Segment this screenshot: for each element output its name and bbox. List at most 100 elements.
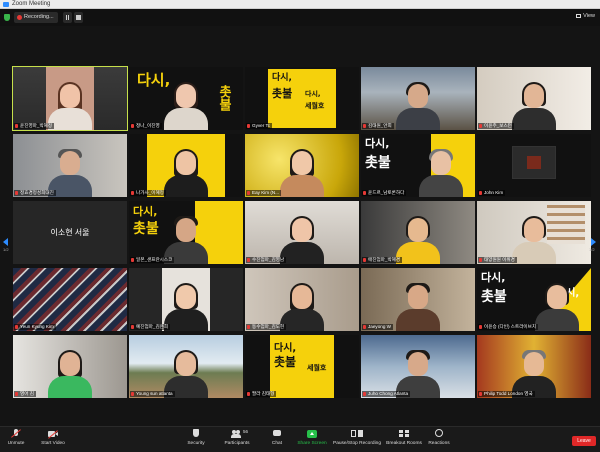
meeting-toolbar: Unmute Start Video Security 56 Participa… (0, 426, 600, 452)
muted-mic-icon (131, 325, 134, 329)
participant-tile[interactable]: Jaeyong W (361, 268, 475, 331)
participant-name: 정나_이진영 (130, 123, 162, 129)
stop-recording-button[interactable] (74, 12, 83, 23)
muted-mic-icon (363, 191, 366, 195)
pause-recording-button[interactable] (63, 12, 72, 23)
participants-button[interactable]: 56 Participants (222, 429, 252, 446)
participant-tile[interactable]: 다시, 촛불 일본_샌프란시스코 (129, 201, 243, 264)
participant-tile[interactable]: 김태원_안희 (361, 67, 475, 130)
participant-tile[interactable]: 윤진영마_박혜정 (12, 66, 128, 131)
participant-tile[interactable]: Juho Chong Atlanta (361, 335, 475, 398)
participant-video (512, 216, 556, 264)
participant-tile[interactable]: 정효경정성희대진 (13, 134, 127, 197)
reactions-button[interactable]: Reactions (426, 429, 452, 446)
participant-tile[interactable]: 나가사_이혜정 (129, 134, 243, 197)
participant-name: Eay Kim (N... (246, 190, 282, 196)
muted-microphone-icon (10, 429, 22, 439)
muted-mic-icon (363, 392, 366, 396)
participant-tile[interactable]: 태양원원 이위경 (477, 201, 591, 264)
participant-video (280, 149, 324, 197)
chat-button[interactable]: Chat (268, 429, 286, 446)
window-title: Zoom Meeting (12, 1, 51, 7)
muted-mic-icon (247, 258, 250, 262)
participant-tile[interactable]: John Kim (477, 134, 591, 197)
participant-name: John Kim (478, 190, 506, 196)
pause-stop-recording-button[interactable]: Pause/Stop Recording (333, 429, 381, 446)
chat-bubble-icon (271, 429, 283, 439)
participant-name: 일본_샌프란시스코 (130, 257, 175, 263)
share-screen-icon (306, 429, 318, 439)
participant-name: 애진엄마_박혜경 (362, 257, 403, 263)
participant-video (48, 350, 92, 398)
breakout-rooms-button[interactable]: Breakout Rooms (384, 429, 424, 446)
unmute-button[interactable]: Unmute (4, 429, 28, 446)
participant-video (164, 149, 208, 197)
participant-tile[interactable]: 영어 김 (13, 335, 127, 398)
participant-name: 정효경정성희대진 (14, 190, 56, 196)
muted-mic-icon (247, 124, 250, 128)
recording-indicator: Recording... (14, 12, 58, 23)
participant-tile[interactable]: 동수엄마_김도현 (245, 268, 359, 331)
participant-name: 이윤주_보스턴 (478, 123, 514, 129)
participant-video (396, 283, 440, 331)
participant-name: 팔라 김태형 (246, 391, 277, 397)
participant-tile[interactable]: Eay Kim (N... (245, 134, 359, 197)
participant-video (164, 283, 208, 331)
participant-name: 김태원_안희 (362, 123, 394, 129)
participant-tile[interactable]: 이윤주_보스턴 (477, 67, 591, 130)
view-button[interactable]: View (576, 13, 595, 19)
muted-mic-icon (363, 325, 366, 329)
participant-video (280, 283, 324, 331)
participant-tile[interactable]: 다시, 촛불 다시, 세월호 Gyver Tc (245, 67, 359, 130)
start-video-button[interactable]: Start Video (38, 429, 68, 446)
security-button[interactable]: Security (184, 429, 208, 446)
participant-name: 수진엄마_김영남 (246, 257, 287, 263)
muted-mic-icon (479, 124, 482, 128)
leave-button[interactable]: Leave (572, 436, 596, 446)
participant-tile[interactable]: Young sun atlanta (129, 335, 243, 398)
participant-tile[interactable]: 다시, 촛불 윤드르_남토론하다 (361, 134, 475, 197)
security-shield-icon[interactable] (4, 14, 10, 21)
share-screen-button[interactable]: Share Screen (295, 429, 329, 446)
participant-tile[interactable]: 다시, 촛불 다시, 이윤승 (다빈) 스트라이브치 (477, 268, 591, 331)
muted-mic-icon (131, 392, 134, 396)
gallery-view: 윤진영마_박혜정 다시, 촛불 정나_이진영 다시, 촛불 다시, 세월호 Gy… (0, 26, 600, 426)
participant-name: 태양원원 이위경 (478, 257, 517, 263)
participant-tile[interactable]: 이소현 서울 (13, 201, 127, 264)
participant-tile[interactable]: 애진엄마_박혜경 (361, 201, 475, 264)
previous-page-button[interactable]: 1/2 (3, 236, 9, 252)
participant-tile[interactable]: Philip Todd London 영국 (477, 335, 591, 398)
participant-name: 영어 김 (14, 391, 36, 397)
participant-video (164, 82, 208, 130)
participant-tile[interactable]: 다시, 촛불 세월호 팔라 김태형 (245, 335, 359, 398)
shield-icon (190, 429, 202, 439)
participant-name: 동수엄마_김도현 (246, 324, 287, 330)
muted-mic-icon (131, 191, 134, 195)
smiley-icon (433, 429, 445, 439)
participant-tile[interactable]: 수진엄마_김영남 (245, 201, 359, 264)
participant-video (534, 283, 579, 331)
participant-name: 이윤승 (다빈) 스트라이브치 (478, 324, 539, 330)
next-page-button[interactable]: 1/2 (589, 236, 596, 252)
muted-mic-icon (15, 124, 18, 128)
recording-label: Recording... (24, 14, 54, 20)
participant-tile[interactable]: 다시, 촛불 정나_이진영 (129, 67, 243, 130)
participant-name: Yeun Kyung Kim (14, 324, 56, 330)
participant-tile[interactable]: Yeun Kyung Kim (13, 268, 127, 331)
muted-mic-icon (131, 124, 134, 128)
recording-dot-icon (17, 15, 22, 20)
muted-mic-icon (479, 191, 482, 195)
zoom-app-icon (3, 2, 9, 7)
meeting-topbar: Recording... View (0, 9, 600, 26)
muted-mic-icon (363, 124, 366, 128)
view-grid-icon (576, 14, 582, 18)
participants-icon: 56 (231, 429, 248, 439)
muted-mic-icon (479, 258, 482, 262)
participant-display-name: 이소현 서울 (50, 228, 90, 237)
participant-name: Gyver Tc (246, 123, 273, 129)
participant-name: Jaeyong W (362, 324, 393, 330)
participant-video (512, 82, 556, 130)
participant-video (396, 82, 440, 130)
pause-stop-icon (351, 429, 363, 439)
participant-tile[interactable]: 예진엄마_김은희 (129, 268, 243, 331)
